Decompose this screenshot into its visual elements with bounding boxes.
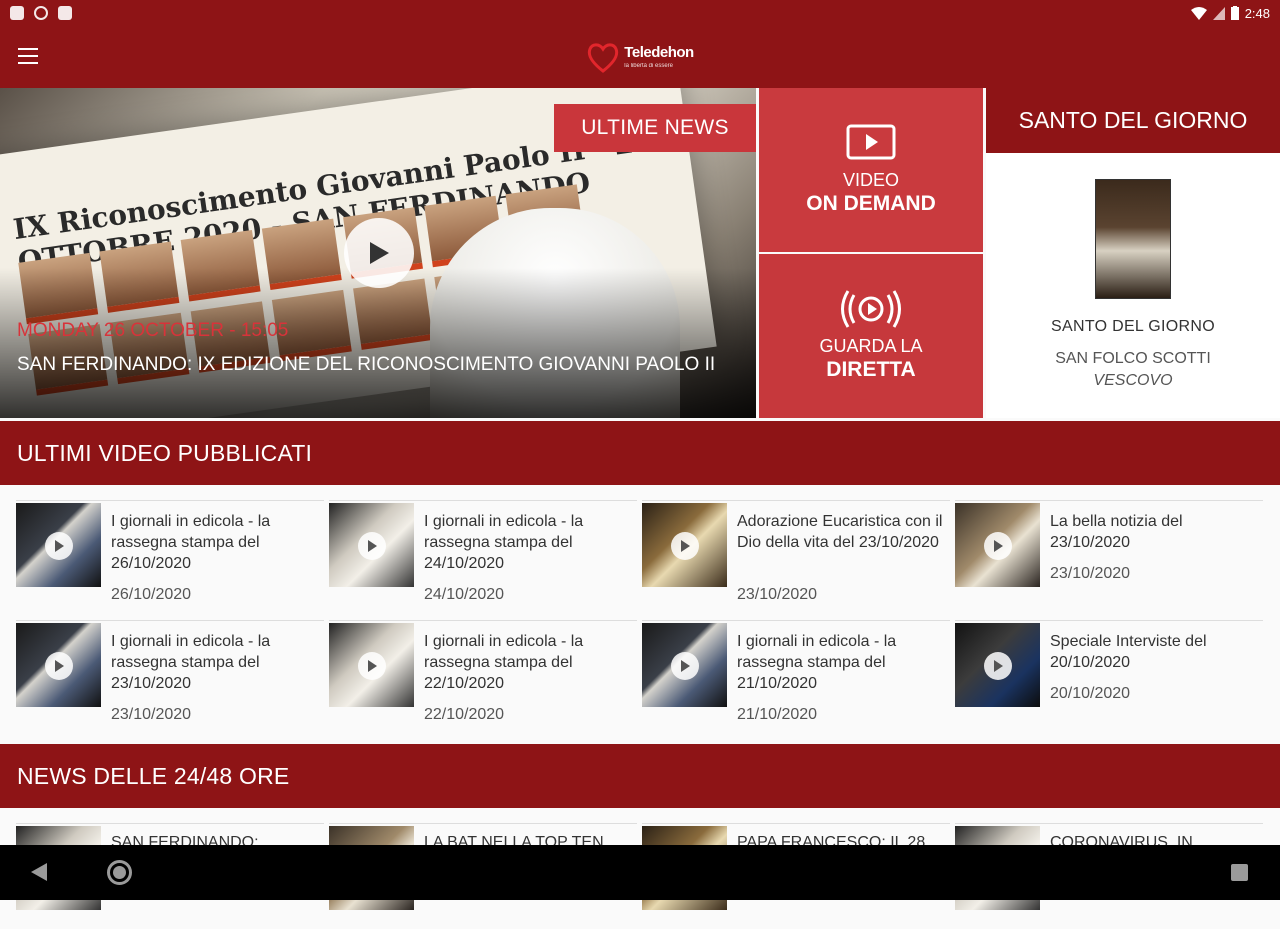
video-grid: I giornali in edicola - la rassegna stam… (16, 500, 1266, 726)
vod-line1: VIDEO (842, 170, 899, 190)
featured-date: MONDAY 26 OCTOBER - 15:05 (17, 320, 289, 341)
video-title: I giornali in edicola - la rassegna stam… (111, 513, 271, 572)
video-card[interactable]: Adorazione Eucaristica con il Dio della … (642, 500, 950, 606)
video-card[interactable]: I giornali in edicola - la rassegna stam… (16, 500, 324, 606)
video-card[interactable]: I giornali in edicola - la rassegna stam… (329, 500, 637, 606)
saint-of-day-card[interactable]: SANTO DEL GIORNO SAN FOLCO SCOTTI VESCOV… (986, 153, 1280, 418)
live-line2: DIRETTA (826, 358, 916, 381)
video-thumbnail (642, 623, 727, 707)
status-bar: 2:48 (0, 0, 1280, 26)
video-card[interactable]: Speciale Interviste del 20/10/2020 20/10… (955, 620, 1263, 726)
saint-name: SAN FOLCO SCOTTI (1055, 350, 1211, 367)
saint-label: SANTO DEL GIORNO (1051, 318, 1215, 335)
video-date: 21/10/2020 (737, 706, 818, 723)
wifi-icon (1190, 6, 1207, 20)
saint-role: VESCOVO (1093, 372, 1173, 389)
play-icon (671, 652, 699, 680)
play-icon (984, 532, 1012, 560)
back-icon[interactable] (31, 863, 47, 881)
latest-news-badge[interactable]: ULTIME NEWS (554, 104, 756, 152)
app-logo[interactable]: Teledehon la libertà di essere (586, 40, 694, 74)
featured-title[interactable]: SAN FERDINANDO: IX EDIZIONE DEL RICONOSC… (17, 352, 737, 377)
video-on-demand-button[interactable]: VIDEO ON DEMAND (759, 88, 983, 252)
video-date: 23/10/2020 (737, 586, 818, 603)
play-icon (984, 652, 1012, 680)
section-latest-videos: ULTIMI VIDEO PUBBLICATI (0, 421, 1280, 485)
video-date: 23/10/2020 (111, 706, 192, 723)
play-icon (671, 532, 699, 560)
video-date: 23/10/2020 (1050, 565, 1131, 582)
video-date: 22/10/2020 (424, 706, 505, 723)
section-recent-news: NEWS DELLE 24/48 ORE (0, 744, 1280, 808)
video-title: I giornali in edicola - la rassegna stam… (424, 633, 584, 692)
signal-icon (1212, 6, 1225, 20)
video-card[interactable]: La bella notizia del 23/10/2020 23/10/20… (955, 500, 1263, 606)
watch-live-button[interactable]: GUARDA LA DIRETTA (759, 254, 983, 418)
video-title: I giornali in edicola - la rassegna stam… (111, 633, 271, 692)
battery-icon (1230, 6, 1239, 20)
featured-news[interactable]: IX Riconoscimento Giovanni Paolo II · 24… (0, 88, 756, 418)
vod-line2: ON DEMAND (806, 192, 936, 215)
live-line1: GUARDA LA (819, 336, 923, 356)
sd-card-icon (58, 6, 72, 20)
sync-icon (34, 6, 48, 20)
video-card[interactable]: I giornali in edicola - la rassegna stam… (329, 620, 637, 726)
video-card[interactable]: I giornali in edicola - la rassegna stam… (642, 620, 950, 726)
video-title: Adorazione Eucaristica con il Dio della … (737, 513, 943, 551)
video-thumbnail (16, 503, 101, 587)
play-icon (358, 532, 386, 560)
brand-name: Teledehon (624, 44, 694, 61)
home-icon[interactable] (107, 860, 132, 885)
video-date: 20/10/2020 (1050, 685, 1131, 702)
video-thumbnail (329, 623, 414, 707)
play-icon (45, 532, 73, 560)
brand-tagline: la libertà di essere (624, 63, 673, 69)
video-player-icon (846, 124, 896, 160)
play-icon (358, 652, 386, 680)
system-navigation-bar (0, 845, 1280, 900)
video-thumbnail (329, 503, 414, 587)
video-title: I giornali in edicola - la rassegna stam… (424, 513, 584, 572)
notification-icon (10, 6, 24, 20)
status-time: 2:48 (1244, 5, 1270, 21)
video-thumbnail (16, 623, 101, 707)
play-icon[interactable] (344, 218, 414, 288)
video-card[interactable]: I giornali in edicola - la rassegna stam… (16, 620, 324, 726)
video-thumbnail (955, 503, 1040, 587)
live-broadcast-icon (841, 290, 901, 328)
video-title: La bella notizia del 23/10/2020 (1050, 513, 1183, 551)
saint-image (1095, 179, 1171, 299)
heart-logo-icon (588, 43, 619, 73)
recent-apps-icon[interactable] (1231, 864, 1248, 881)
video-title: I giornali in edicola - la rassegna stam… (737, 633, 897, 692)
video-thumbnail (642, 503, 727, 587)
menu-icon[interactable] (18, 48, 38, 64)
saint-of-day-header: SANTO DEL GIORNO (986, 88, 1280, 153)
play-icon (45, 652, 73, 680)
video-date: 24/10/2020 (424, 586, 505, 603)
video-date: 26/10/2020 (111, 586, 192, 603)
video-thumbnail (955, 623, 1040, 707)
video-title: Speciale Interviste del 20/10/2020 (1050, 633, 1207, 671)
app-bar: Teledehon la libertà di essere (0, 26, 1280, 88)
